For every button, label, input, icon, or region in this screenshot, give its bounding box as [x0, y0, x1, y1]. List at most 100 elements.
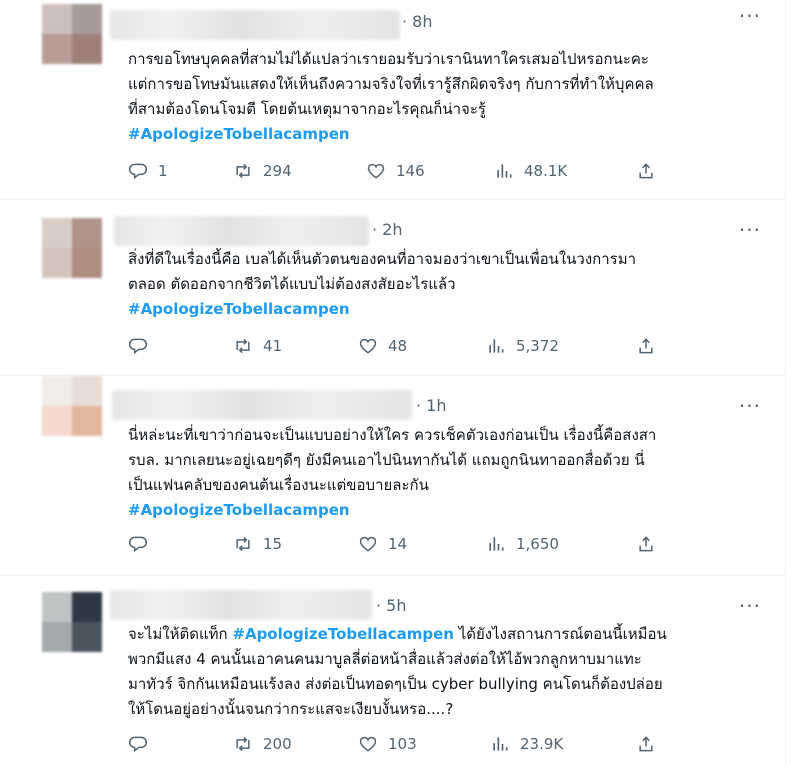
tweet-line: ให้โดนอยู่อย่างนั้นจนกว่ากระแสจะเงียบงั้… — [128, 700, 454, 718]
more-icon[interactable]: ··· — [739, 218, 761, 242]
views-button[interactable]: 5,372 — [486, 336, 559, 356]
hashtag-link[interactable]: #ApologizeTobellacampen — [128, 122, 755, 147]
tweet-timestamp[interactable]: · 8h — [402, 12, 433, 31]
share-button[interactable] — [636, 734, 656, 758]
retweet-icon — [236, 338, 250, 354]
views-button[interactable]: 1,650 — [486, 534, 559, 554]
heart-icon — [359, 736, 377, 752]
like-count: 14 — [388, 535, 408, 553]
tweet-line: ที่สามต้องโดนโจมตี โดยต้นเหตุมาจากอะไรคุ… — [128, 100, 486, 118]
retweet-button[interactable]: 41 — [233, 336, 283, 356]
timestamp-value: 5h — [386, 596, 407, 615]
tweet-text: จะไม่ให้ติดแท็ก #ApologizeTobellacampen … — [128, 622, 755, 722]
views-icon — [497, 164, 512, 178]
views-icon — [489, 339, 504, 353]
hashtag-link[interactable]: #ApologizeTobellacampen — [232, 625, 454, 643]
retweet-button[interactable]: 200 — [233, 734, 292, 754]
more-icon[interactable]: ··· — [739, 594, 761, 618]
tweet-line: จะไม่ให้ติดแท็ก #ApologizeTobellacampen … — [128, 622, 755, 647]
views-count: 48.1K — [524, 162, 568, 180]
more-icon[interactable]: ··· — [739, 4, 761, 28]
tweet[interactable]: · 8h ··· การขอโทษบุคคลที่สามไม่ได้แปลว่า… — [0, 0, 785, 200]
retweet-count: 41 — [263, 337, 283, 355]
tweet-line: ตลอด ตัดออกจากชีวิตได้แบบไม่ต้องสงสัยอะไ… — [128, 275, 456, 293]
heart-icon — [359, 338, 377, 354]
tweet-timestamp[interactable]: · 1h — [416, 396, 447, 415]
reply-count: 1 — [158, 162, 168, 180]
like-count: 146 — [396, 162, 425, 180]
reply-button[interactable]: 1 — [128, 161, 178, 181]
tweet-timestamp[interactable]: · 5h — [376, 596, 407, 615]
tweet-line: แต่การขอโทษมันแสดงให้เห็นถึงความจริงใจที… — [128, 75, 654, 93]
reply-icon — [128, 163, 148, 180]
tweet-line: มาทัวร์ จิกกันเหมือนแร้งลง ส่งต่อเป็นทอด… — [128, 675, 663, 693]
tweet-line: รบล. มากเลยนะอยู่เฉยๆดีๆ ยังมีคนเอาไปนิน… — [128, 451, 645, 469]
retweet-button[interactable]: 15 — [233, 534, 283, 554]
retweet-count: 294 — [263, 162, 292, 180]
views-count: 23.9K — [520, 735, 564, 753]
reply-button[interactable] — [128, 734, 178, 754]
heart-icon — [359, 536, 377, 552]
tweet-text: สิ่งที่ดีในเรื่องนี้คือ เบลได้เห็นตัวตนข… — [128, 247, 755, 322]
share-icon — [639, 736, 653, 752]
more-icon[interactable]: ··· — [739, 394, 761, 418]
reply-icon — [128, 536, 148, 553]
avatar[interactable] — [42, 218, 102, 278]
author-name-redacted[interactable] — [110, 590, 372, 620]
tweet-actions: 1 294 146 48.1K — [128, 161, 668, 191]
share-icon — [639, 536, 653, 552]
views-count: 5,372 — [516, 337, 559, 355]
reply-icon — [128, 338, 148, 355]
author-name-redacted[interactable] — [112, 390, 412, 420]
retweet-icon — [236, 536, 250, 552]
retweet-button[interactable]: 294 — [233, 161, 292, 181]
heart-icon — [367, 163, 385, 179]
like-count: 103 — [388, 735, 417, 753]
hashtag-link[interactable]: #ApologizeTobellacampen — [128, 498, 755, 523]
retweet-count: 15 — [263, 535, 283, 553]
retweet-icon — [236, 163, 250, 179]
share-icon — [639, 163, 653, 179]
tweet-line: สิ่งที่ดีในเรื่องนี้คือ เบลได้เห็นตัวตนข… — [128, 250, 637, 268]
hashtag-link[interactable]: #ApologizeTobellacampen — [128, 297, 755, 322]
tweet-line: เป็นแฟนคลับของคนต้นเรื่องนะแต่ขอบายละกัน — [128, 476, 429, 494]
like-button[interactable]: 14 — [358, 534, 408, 554]
views-icon — [493, 737, 508, 751]
reply-button[interactable] — [128, 534, 178, 554]
tweet-actions: 15 14 1,650 — [128, 534, 668, 564]
tweet-timestamp[interactable]: · 2h — [372, 220, 403, 239]
timestamp-value: 2h — [382, 220, 403, 239]
share-button[interactable] — [636, 534, 656, 558]
tweet[interactable]: · 2h ··· สิ่งที่ดีในเรื่องนี้คือ เบลได้เ… — [0, 200, 785, 376]
author-name-redacted[interactable] — [114, 216, 369, 246]
tweet-line: การขอโทษบุคคลที่สามไม่ได้แปลว่าเรายอมรับ… — [128, 50, 649, 68]
author-name-redacted[interactable] — [110, 10, 400, 40]
views-count: 1,650 — [516, 535, 559, 553]
share-button[interactable] — [636, 336, 656, 360]
tweet-text: การขอโทษบุคคลที่สามไม่ได้แปลว่าเรายอมรับ… — [128, 47, 755, 147]
share-button[interactable] — [636, 161, 656, 185]
retweet-icon — [236, 736, 250, 752]
tweet-actions: 41 48 5,372 — [128, 336, 668, 366]
share-icon — [639, 338, 653, 354]
like-button[interactable]: 48 — [358, 336, 408, 356]
views-button[interactable]: 48.1K — [494, 161, 567, 181]
tweet-line: นี่หล่ะนะที่เขาว่าก่อนจะเป็นแบบอย่างให้ใ… — [128, 426, 657, 444]
reply-icon — [128, 736, 148, 753]
tweet[interactable]: · 5h ··· จะไม่ให้ติดแท็ก #ApologizeTobel… — [0, 576, 785, 765]
reply-button[interactable] — [128, 336, 178, 356]
avatar[interactable] — [42, 4, 102, 64]
avatar[interactable] — [42, 376, 102, 436]
tweet-actions: 200 103 23.9K — [128, 734, 668, 764]
tweet-text: นี่หล่ะนะที่เขาว่าก่อนจะเป็นแบบอย่างให้ใ… — [128, 423, 755, 523]
like-button[interactable]: 103 — [358, 734, 417, 754]
like-button[interactable]: 146 — [366, 161, 425, 181]
tweet-text-prefix: จะไม่ให้ติดแท็ก — [128, 625, 233, 643]
avatar[interactable] — [42, 592, 102, 652]
retweet-count: 200 — [263, 735, 292, 753]
timestamp-value: 8h — [412, 12, 433, 31]
views-button[interactable]: 23.9K — [490, 734, 563, 754]
timeline-feed: · 8h ··· การขอโทษบุคคลที่สามไม่ได้แปลว่า… — [0, 0, 786, 765]
like-count: 48 — [388, 337, 408, 355]
tweet[interactable]: · 1h ··· นี่หล่ะนะที่เขาว่าก่อนจะเป็นแบบ… — [0, 376, 785, 576]
